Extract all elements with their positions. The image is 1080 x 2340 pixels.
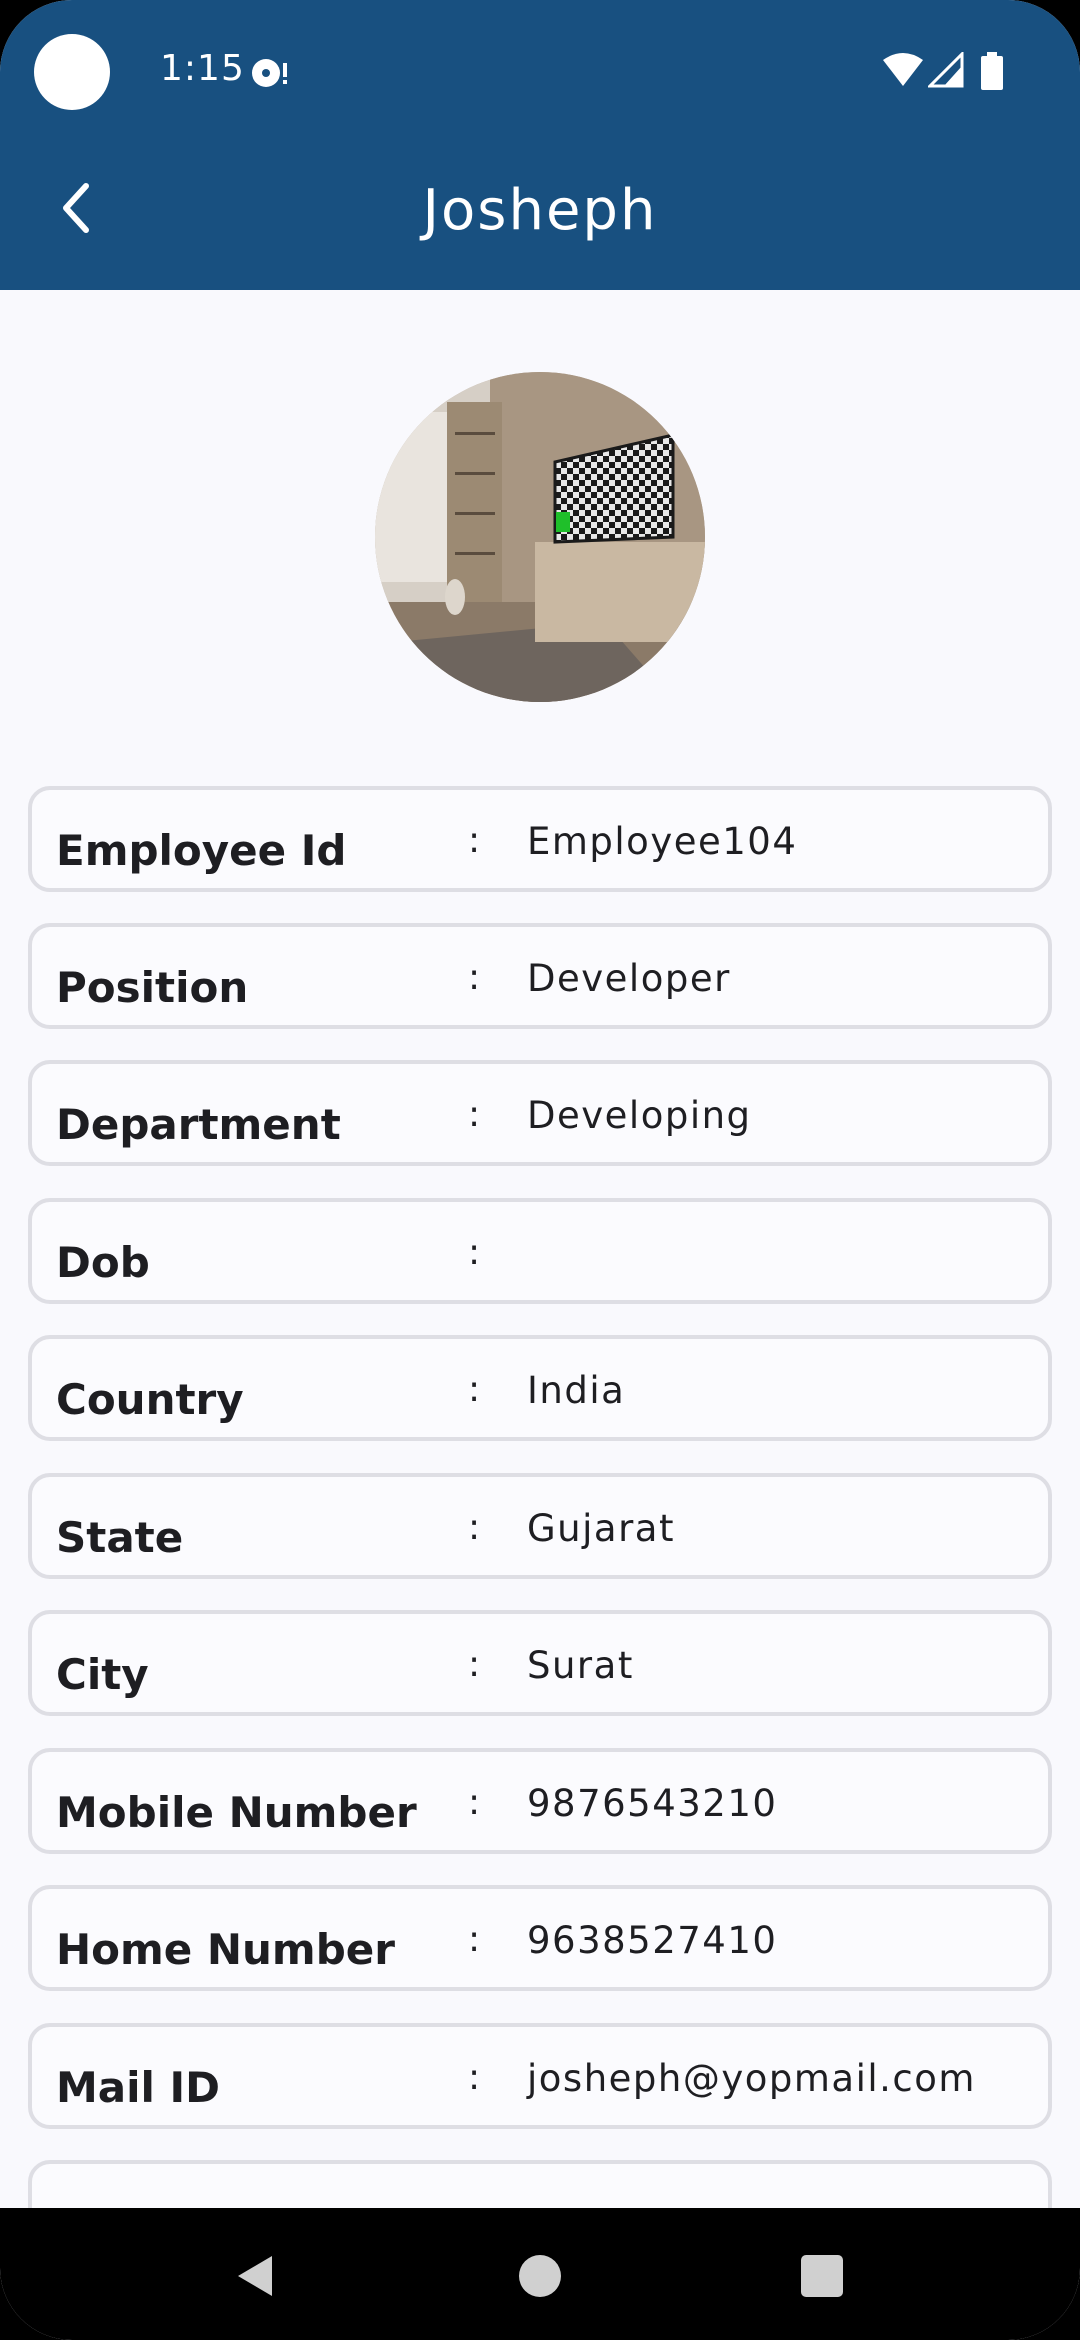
field-colon: :: [468, 1782, 481, 1823]
field-value: josheph@yopmail.com: [527, 2057, 976, 2100]
camera-cutout: [34, 34, 110, 110]
field-dob: Dob :: [28, 1198, 1052, 1304]
field-mobile-number: Mobile Number : 9876543210: [28, 1748, 1052, 1854]
field-state: State : Gujarat: [28, 1473, 1052, 1579]
nav-back-icon[interactable]: [232, 2252, 280, 2300]
field-colon: :: [468, 957, 481, 998]
field-value: Developer: [527, 957, 731, 1000]
field-mail-id: Mail ID : josheph@yopmail.com: [28, 2023, 1052, 2129]
field-colon: :: [468, 2057, 481, 2098]
field-label: Position: [56, 963, 249, 1012]
field-position: Position : Developer: [28, 923, 1052, 1029]
field-label: Department: [56, 1100, 341, 1149]
field-label: Country: [56, 1375, 244, 1424]
field-department: Department : Developing: [28, 1060, 1052, 1166]
nav-home-icon[interactable]: [516, 2252, 564, 2300]
avatar[interactable]: [375, 372, 705, 702]
system-nav-bar: [0, 2208, 1080, 2340]
field-value: 9638527410: [527, 1919, 778, 1962]
field-employee-id: Employee Id : Employee104: [28, 786, 1052, 892]
field-label: Mail ID: [56, 2063, 221, 2112]
field-label: City: [56, 1650, 149, 1699]
status-bar: 1:15: [0, 0, 1080, 140]
field-value: Surat: [527, 1644, 634, 1687]
field-value: India: [527, 1369, 626, 1412]
status-time: 1:15: [160, 48, 245, 89]
phone-screen: 1:15 Josheph Employee Id: Employee104 P…: [0, 0, 1080, 2340]
field-label: Dob: [56, 1238, 150, 1287]
page-title: Josheph: [422, 178, 658, 243]
field-home-number: Home Number : 9638527410: [28, 1885, 1052, 1991]
field-colon: :: [468, 1919, 481, 1960]
wifi-icon: [883, 53, 923, 86]
field-country: Country : India: [28, 1335, 1052, 1441]
field-value: Employee104: [527, 820, 798, 863]
field-colon: :: [468, 1369, 481, 1410]
field-colon: :: [468, 1232, 481, 1273]
field-colon: :: [468, 1094, 481, 1135]
field-value: 9876543210: [527, 1782, 778, 1825]
field-value: Gujarat: [527, 1507, 675, 1550]
app-bar: 1:15 Josheph: [0, 0, 1080, 290]
field-city: City : Surat: [28, 1610, 1052, 1716]
field-colon: :: [468, 820, 481, 861]
field-value: Developing: [527, 1094, 752, 1137]
nav-recents-icon[interactable]: [798, 2252, 846, 2300]
signal-icon: [928, 52, 964, 88]
field-label: Employee Id: [56, 826, 347, 875]
field-label: Home Number: [56, 1925, 395, 1974]
disk-icon: [252, 59, 287, 87]
field-colon: :: [468, 1644, 481, 1685]
field-label: State: [56, 1513, 184, 1562]
field-label: Mobile Number: [56, 1788, 417, 1837]
field-colon: :: [468, 1507, 481, 1548]
battery-icon: [981, 52, 1003, 90]
